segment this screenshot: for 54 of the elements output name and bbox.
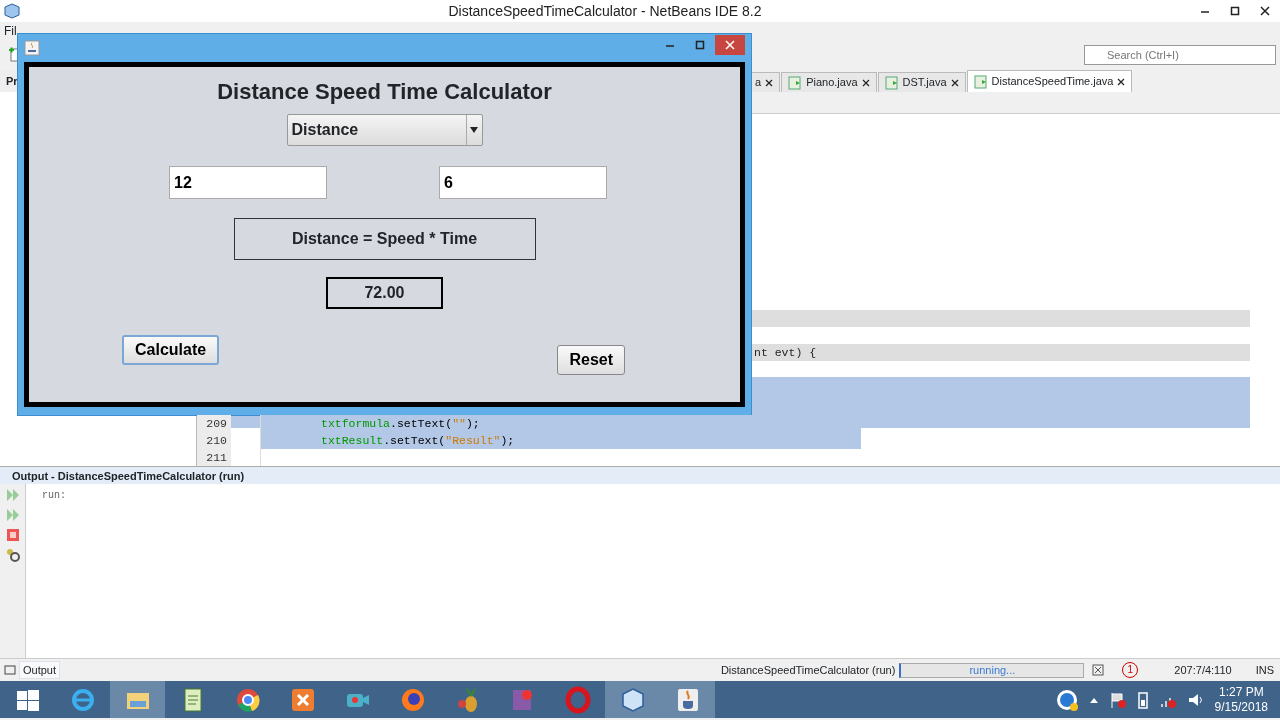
close-icon — [725, 40, 735, 50]
java-file-icon — [788, 75, 803, 90]
line-number: 210 — [197, 432, 231, 449]
editor-tab[interactable]: DistanceSpeedTime.java — [966, 70, 1133, 92]
battery-icon[interactable] — [1136, 690, 1149, 709]
caret-icon — [470, 127, 478, 133]
cube-icon — [4, 3, 20, 19]
line-number: 211 — [197, 449, 231, 466]
stop-icon[interactable] — [5, 528, 20, 542]
editor-tab[interactable]: a — [752, 72, 781, 92]
progress-bar: running... — [899, 662, 1085, 678]
close-icon[interactable] — [950, 78, 959, 87]
menu-item[interactable]: Fil — [4, 22, 17, 40]
search-field[interactable]: Search (Ctrl+I) — [1084, 45, 1276, 65]
reset-button[interactable]: Reset — [557, 345, 625, 375]
editor-tab[interactable]: DST.java — [877, 72, 966, 92]
cancel-icon[interactable] — [1092, 664, 1105, 676]
form-title: Distance Speed Time Calculator — [217, 78, 552, 106]
maximize-icon[interactable] — [695, 40, 705, 50]
help-icon[interactable] — [1054, 687, 1079, 712]
mode-dropdown[interactable]: Distance — [286, 114, 483, 146]
tab-label: a — [755, 75, 762, 91]
clock-time: 1:27 PM — [1217, 684, 1265, 700]
close-icon[interactable] — [1260, 6, 1270, 16]
line-number: 209 — [197, 415, 231, 432]
task-name: DistanceSpeedTimeCalculator (run) — [720, 662, 896, 678]
cursor-position: 207:7/4:110 — [1174, 662, 1232, 678]
console-text: run: — [41, 489, 67, 503]
tab-label: DistanceSpeedTime.java — [991, 74, 1114, 90]
close-icon[interactable] — [765, 78, 774, 87]
calculate-button[interactable]: Calculate — [122, 335, 220, 365]
formula-label: Distance = Speed * Time — [233, 218, 536, 260]
settings-icon[interactable] — [5, 548, 20, 562]
editor-tab[interactable]: Piano.java — [781, 72, 877, 92]
tab-label: Piano.java — [806, 75, 858, 91]
code-line: nt evt) { — [754, 345, 817, 361]
java-file-icon — [973, 74, 988, 89]
tab-label: DST.java — [902, 75, 947, 91]
input-field[interactable]: 6 — [439, 166, 607, 199]
input-field[interactable]: 12 — [169, 166, 327, 199]
window-title: DistanceSpeedTimeCalculator - NetBeans IDE 8.2 — [448, 1, 762, 21]
insert-mode: INS — [1255, 662, 1274, 678]
java-icon — [24, 40, 40, 56]
clock-date: 9/15/2018 — [1214, 699, 1268, 715]
close-button[interactable] — [715, 35, 745, 55]
panel-tab[interactable]: Output — [19, 660, 61, 680]
result-label: 72.00 — [326, 277, 443, 309]
flag-icon[interactable] — [1108, 690, 1127, 709]
maximize-icon[interactable] — [1230, 6, 1240, 16]
panel-title: Output - DistanceSpeedTimeCalculator (run) — [0, 467, 1280, 484]
close-icon[interactable] — [861, 78, 870, 87]
close-icon[interactable] — [1117, 77, 1126, 86]
java-file-icon — [884, 75, 899, 90]
window-icon[interactable] — [4, 664, 16, 676]
